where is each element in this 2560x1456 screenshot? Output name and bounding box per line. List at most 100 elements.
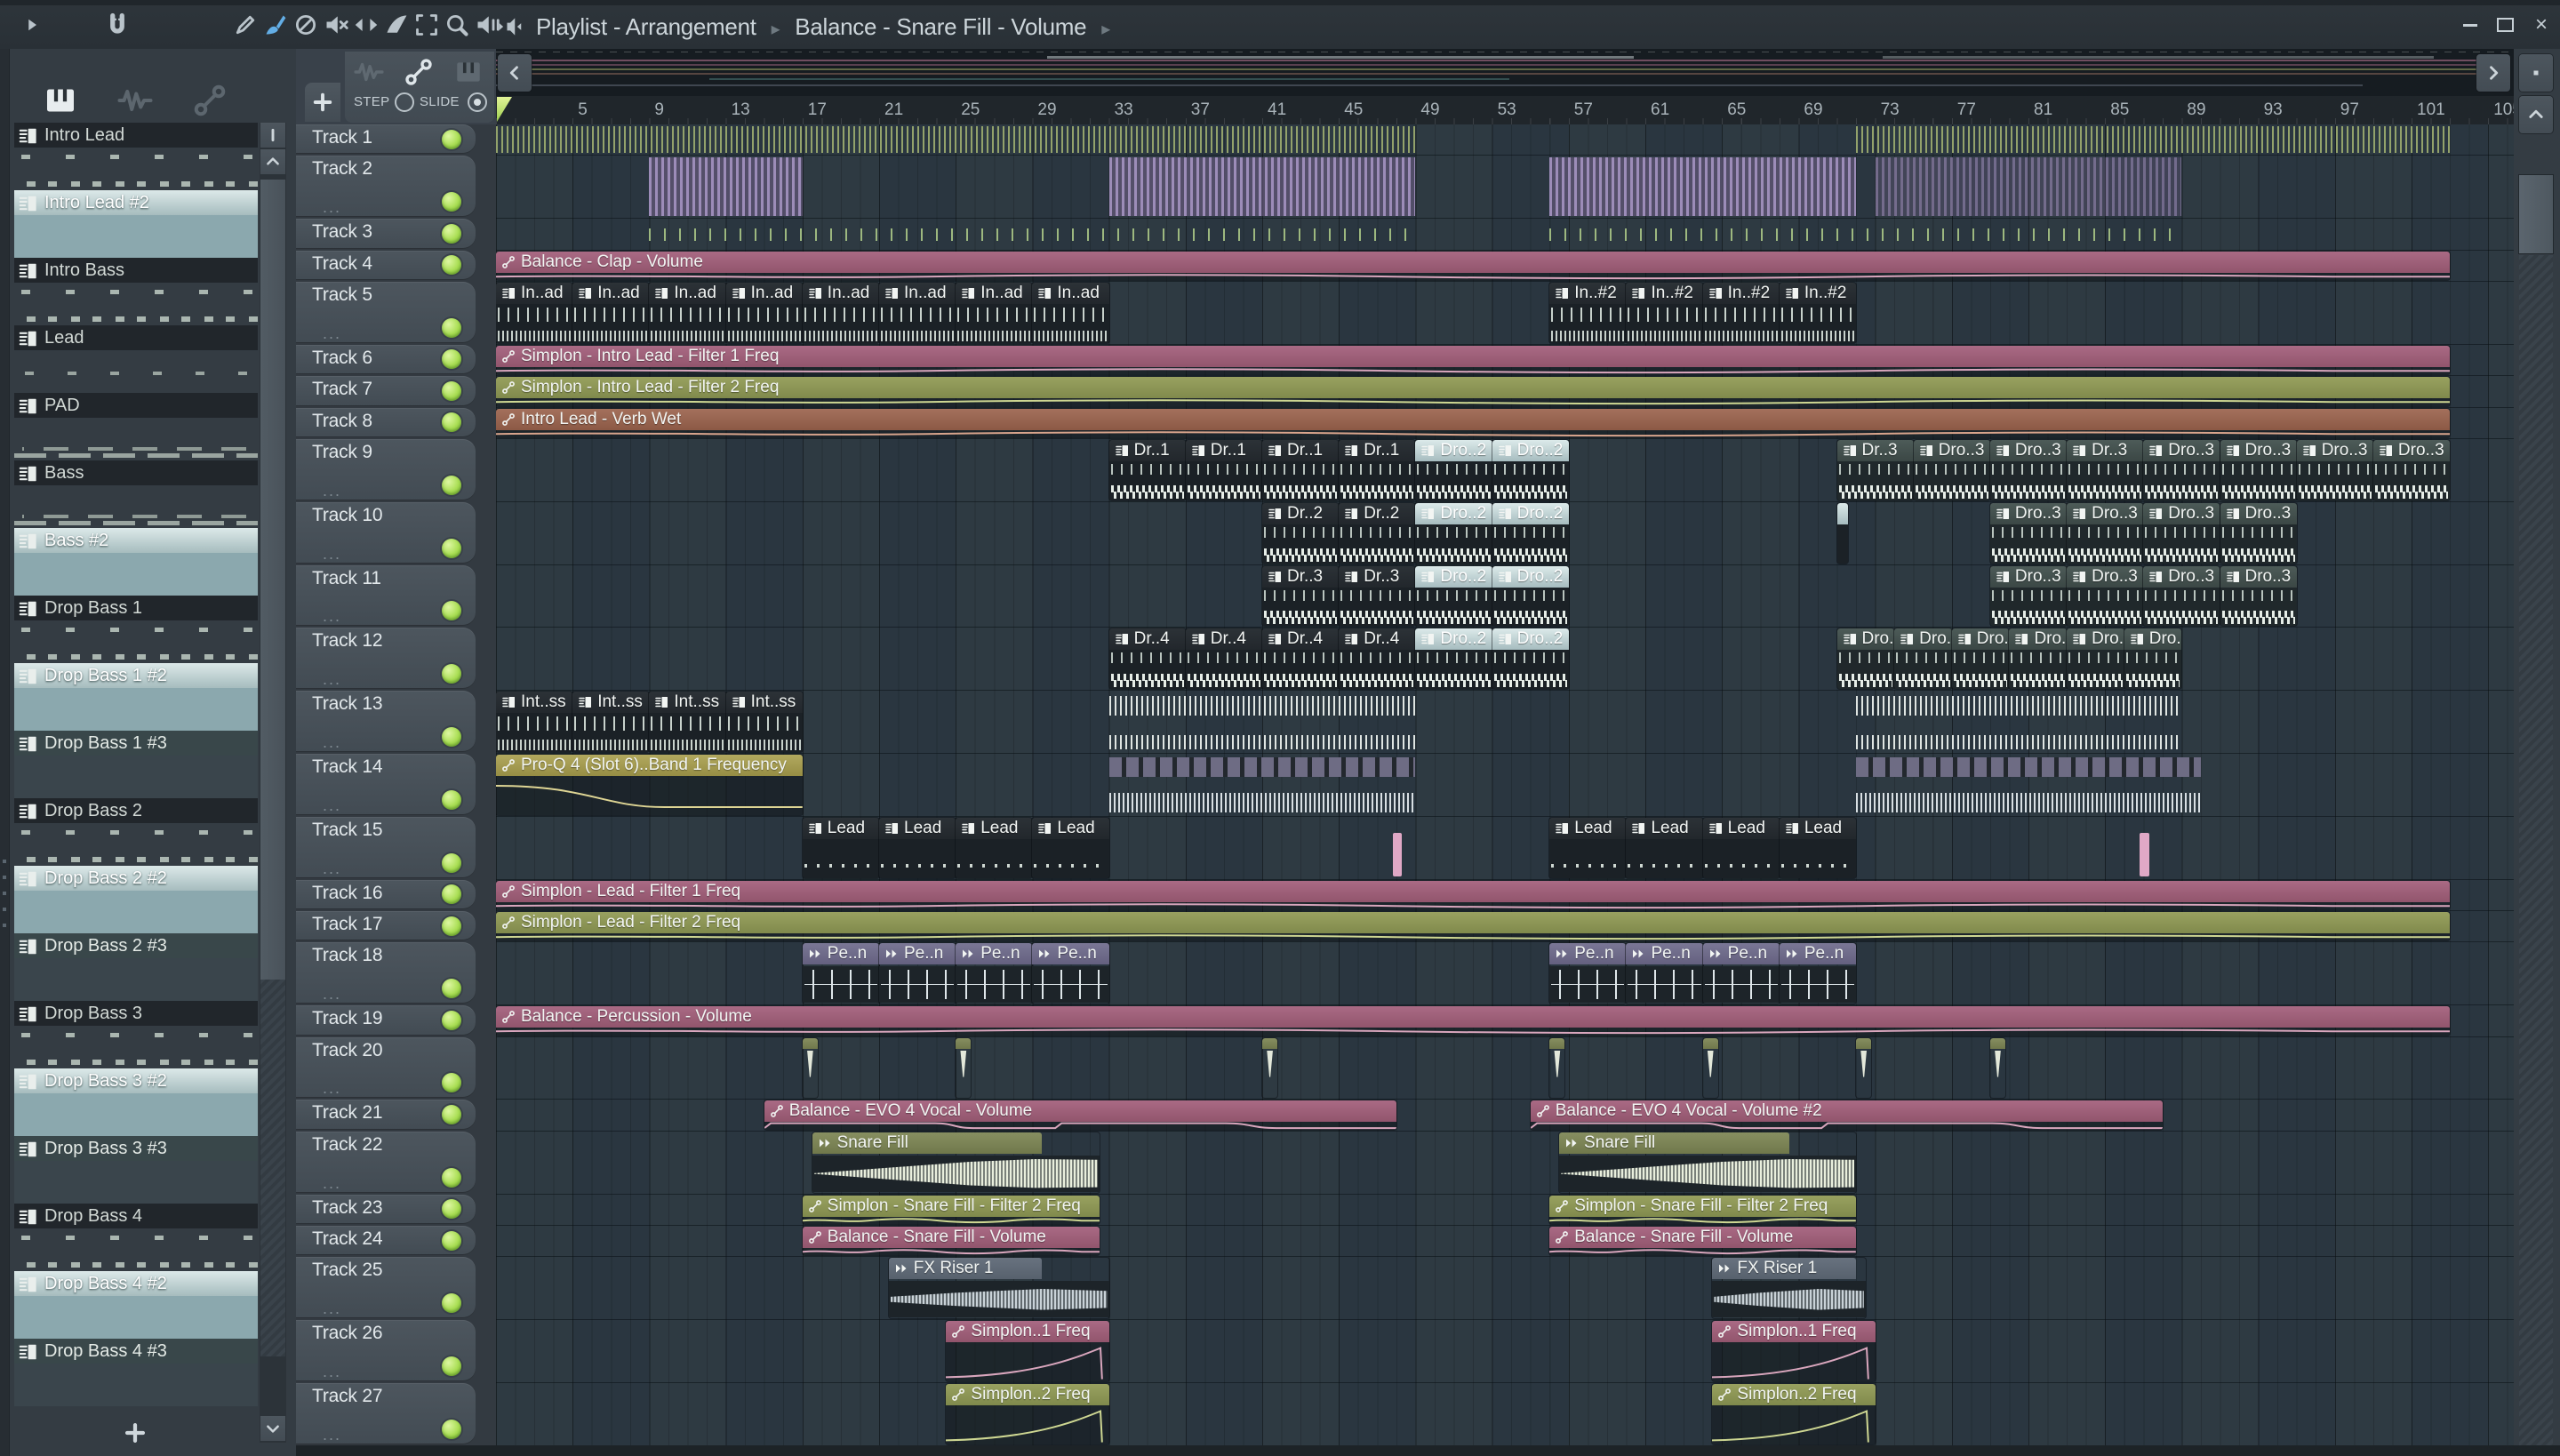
clip-content-band[interactable]	[1549, 220, 2182, 248]
pattern-item[interactable]: Drop Bass 1	[14, 596, 258, 663]
picker-tab-piano-icon[interactable]	[43, 83, 78, 113]
pattern-clip[interactable]: Dro..3	[2143, 502, 2220, 564]
pattern-item[interactable]: Drop Bass 3 #3	[14, 1136, 258, 1204]
audio-clip[interactable]	[1549, 1037, 1565, 1099]
mute-icon[interactable]	[324, 12, 348, 37]
clip-content-band[interactable]	[1108, 692, 1416, 751]
pattern-clip[interactable]: Dro..2	[1415, 565, 1492, 627]
pattern-item[interactable]: Intro Lead #2	[14, 190, 258, 258]
track-header[interactable]: Track 21	[296, 1100, 476, 1130]
track-mute-led[interactable]	[442, 789, 461, 810]
pattern-clip[interactable]: Dro..3	[2067, 628, 2124, 690]
track-mute-led[interactable]	[442, 1010, 461, 1030]
clip-content-band[interactable]	[1108, 756, 1416, 814]
playlist-minimap[interactable]	[496, 49, 2514, 97]
audio-clip[interactable]	[802, 1037, 819, 1099]
select-icon[interactable]	[414, 12, 439, 37]
pattern-scroll-down-button[interactable]	[260, 1416, 285, 1441]
track-header[interactable]: Track 13...	[296, 691, 476, 752]
stretch-icon[interactable]	[354, 12, 379, 37]
track-mute-led[interactable]	[442, 223, 461, 244]
pattern-clip[interactable]: Dro..2	[1415, 440, 1492, 500]
pattern-clip[interactable]: Dr..1	[1108, 440, 1186, 500]
pattern-item[interactable]: Intro Lead	[14, 123, 258, 190]
automation-clip[interactable]: Intro Lead - Verb Wet	[496, 408, 2451, 437]
audio-clip[interactable]	[1989, 1037, 2006, 1099]
automation-clip[interactable]: Simplon - Lead - Filter 2 Freq	[496, 912, 2451, 941]
track-header[interactable]: Track 11...	[296, 564, 476, 627]
clip-content-band[interactable]	[1856, 756, 2201, 814]
pattern-clip[interactable]: Int..ss	[649, 692, 726, 752]
pattern-clip[interactable]: Dro..3	[1989, 440, 2068, 500]
slice-icon[interactable]	[384, 12, 409, 37]
track-mute-led[interactable]	[442, 852, 461, 873]
audio-clip[interactable]: Snare Fill	[812, 1132, 1100, 1193]
track-mute-led[interactable]	[442, 317, 461, 338]
pattern-clip[interactable]: In..#2	[1779, 283, 1857, 343]
track-header[interactable]: Track 10...	[296, 501, 476, 564]
pattern-clip[interactable]: Dro..3	[1894, 628, 1952, 690]
automation-clip[interactable]: Simplon - Intro Lead - Filter 1 Freq	[496, 345, 2451, 375]
automation-clip[interactable]: Simplon..2 Freq	[946, 1384, 1109, 1444]
pattern-clip[interactable]: In..ad	[649, 283, 726, 343]
track-mute-led[interactable]	[442, 1230, 461, 1251]
pattern-item[interactable]: Bass	[14, 460, 258, 528]
pattern-clip[interactable]: Dro..3	[2067, 502, 2144, 564]
pattern-clip[interactable]: In..#2	[1549, 283, 1627, 343]
track-mute-led[interactable]	[442, 884, 461, 905]
pattern-clip[interactable]: Dro..3	[2220, 440, 2297, 500]
play-icon[interactable]	[23, 16, 41, 34]
pattern-clip[interactable]: Dr..3	[1836, 440, 1914, 500]
track-header[interactable]: Track 7	[296, 376, 476, 406]
track-mute-led[interactable]	[442, 255, 461, 276]
audio-sliver-clip[interactable]	[2139, 832, 2149, 876]
automation-clip[interactable]: Balance - EVO 4 Vocal - Volume	[764, 1100, 1396, 1130]
pattern-item[interactable]: Lead	[14, 325, 258, 393]
pattern-clip[interactable]: Int..ss	[725, 692, 803, 752]
track-mute-led[interactable]	[442, 664, 461, 684]
audio-clip[interactable]: Pe..n	[956, 943, 1033, 1004]
track-header[interactable]: Track 12...	[296, 628, 476, 690]
pattern-clip[interactable]: In..ad	[496, 283, 573, 343]
pattern-clip[interactable]: Lead	[879, 817, 956, 878]
pattern-clip[interactable]: Dro..3	[2124, 628, 2182, 690]
track-header[interactable]: Track 15...	[296, 816, 476, 878]
pattern-clip[interactable]: Dro..3	[2143, 440, 2220, 500]
pattern-item[interactable]: Drop Bass 2 #2	[14, 866, 258, 933]
source-tab-piano-icon[interactable]	[453, 57, 484, 84]
track-mute-led[interactable]	[442, 979, 461, 999]
audio-clip[interactable]: Pe..n	[879, 943, 956, 1004]
timeline-ruler[interactable]: 5 9 13 17 21 25 29 33 37 41 45 49 53 57 61 65 69 73 77 81 85…	[496, 96, 2522, 125]
pattern-clip[interactable]: Dro..2	[1415, 502, 1492, 564]
track-header[interactable]: Track 14...	[296, 754, 476, 815]
pattern-item[interactable]: Drop Bass 3 #2	[14, 1068, 258, 1136]
audio-clip[interactable]: Pe..n	[1702, 943, 1780, 1004]
magnet-icon[interactable]	[105, 12, 130, 37]
automation-clip[interactable]: Balance - EVO 4 Vocal - Volume #2	[1530, 1100, 2163, 1130]
pattern-clip[interactable]: Int..ss	[572, 692, 650, 752]
no-snap-icon[interactable]	[293, 12, 318, 37]
pattern-clip[interactable]: In..#2	[1626, 283, 1703, 343]
pattern-clip[interactable]: In..ad	[1032, 283, 1109, 343]
automation-clip[interactable]: Pro-Q 4 (Slot 6)..Band 1 Frequency	[496, 755, 803, 815]
track-header[interactable]: Track 25...	[296, 1257, 476, 1319]
automation-clip[interactable]: Balance - Percussion - Volume	[496, 1006, 2451, 1036]
pattern-scrollbar[interactable]	[260, 123, 286, 1443]
pattern-item[interactable]: PAD	[14, 393, 258, 460]
automation-clip[interactable]: Simplon - Snare Fill - Filter 2 Freq	[802, 1195, 1100, 1224]
automation-clip[interactable]: Simplon - Snare Fill - Filter 2 Freq	[1549, 1195, 1857, 1224]
pattern-clip[interactable]: Dr..2	[1262, 502, 1340, 564]
overview-button[interactable]	[2519, 54, 2553, 92]
track-header[interactable]: Track 24	[296, 1226, 476, 1256]
track-header[interactable]: Track 3	[296, 219, 476, 249]
pattern-scrollbar-thumb[interactable]	[260, 180, 285, 980]
zoom-icon[interactable]	[444, 12, 469, 37]
pattern-clip[interactable]: Dro..3	[2067, 565, 2144, 627]
audio-clip[interactable]: Pe..n	[1779, 943, 1857, 1004]
pattern-clip[interactable]: In..ad	[725, 283, 803, 343]
pattern-clip[interactable]: Dro..3	[2296, 440, 2373, 500]
clip-content-band[interactable]	[1856, 692, 2182, 751]
track-mute-led[interactable]	[442, 916, 461, 936]
automation-clip[interactable]: Simplon - Intro Lead - Filter 2 Freq	[496, 377, 2451, 406]
pattern-clip[interactable]: In..ad	[572, 283, 650, 343]
